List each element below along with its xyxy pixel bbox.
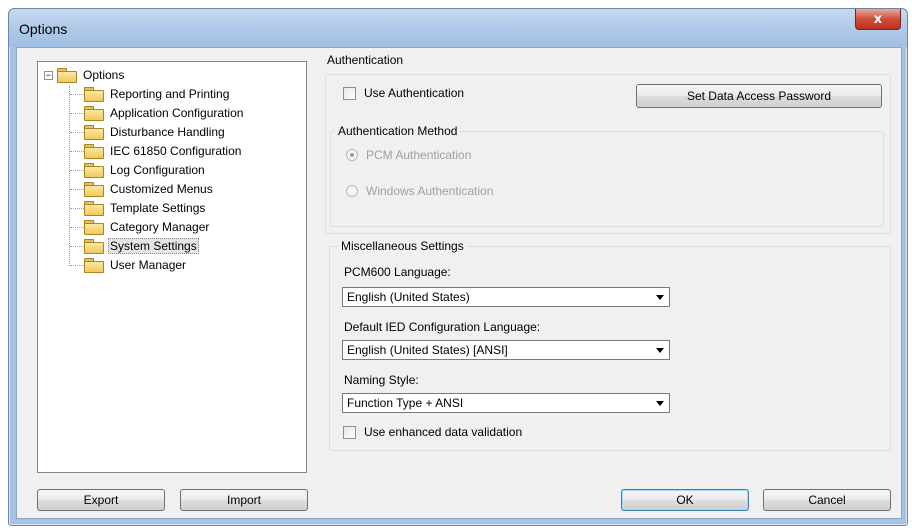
- folder-icon: [57, 68, 77, 83]
- authentication-group: Authentication Use Authentication Set Da…: [324, 53, 891, 234]
- window-title: Options: [19, 21, 68, 37]
- chevron-down-icon: [656, 295, 664, 300]
- tree-item-user-manager[interactable]: User Manager: [84, 256, 188, 274]
- folder-icon: [84, 239, 104, 254]
- folder-icon: [84, 87, 104, 102]
- folder-icon: [84, 220, 104, 235]
- ied-configuration-language-dropdown[interactable]: English (United States) [ANSI]: [342, 340, 670, 360]
- windows-authentication-radio[interactable]: Windows Authentication: [346, 184, 493, 198]
- naming-style-dropdown[interactable]: Function Type + ANSI: [342, 393, 670, 413]
- folder-icon: [84, 106, 104, 121]
- tree-item-iec-61850-configuration[interactable]: IEC 61850 Configuration: [84, 142, 243, 160]
- tree-connector: [70, 151, 84, 152]
- tree-item-application-configuration[interactable]: Application Configuration: [84, 104, 245, 122]
- tree-item-label: Disturbance Handling: [110, 125, 225, 139]
- tree-item-label: Application Configuration: [110, 106, 244, 120]
- dialog-client-area: − Options Reporting and Printing Applica…: [16, 47, 902, 519]
- ok-button[interactable]: OK: [621, 489, 749, 511]
- miscellaneous-settings-group: Miscellaneous Settings PCM600 Language: …: [329, 239, 891, 451]
- set-data-access-password-button[interactable]: Set Data Access Password: [636, 84, 882, 108]
- checkbox-box[interactable]: [343, 425, 356, 439]
- use-authentication-checkbox[interactable]: Use Authentication: [343, 86, 464, 100]
- tree-item-label: Template Settings: [110, 201, 206, 215]
- radio-button[interactable]: [346, 149, 358, 161]
- authentication-group-title: Authentication: [324, 53, 407, 67]
- tree-item-log-configuration[interactable]: Log Configuration: [84, 161, 207, 179]
- folder-icon: [84, 125, 104, 140]
- enhanced-data-validation-label: Use enhanced data validation: [364, 425, 523, 439]
- naming-style-label: Naming Style:: [344, 373, 419, 387]
- tree-connector: [70, 189, 84, 190]
- tree-item-label: Category Manager: [110, 220, 210, 234]
- folder-icon: [84, 201, 104, 216]
- tree-connector: [70, 265, 84, 266]
- cancel-button[interactable]: Cancel: [763, 489, 891, 511]
- miscellaneous-settings-title: Miscellaneous Settings: [338, 239, 467, 253]
- folder-icon: [84, 144, 104, 159]
- collapse-icon[interactable]: −: [44, 70, 53, 80]
- tree-item-template-settings[interactable]: Template Settings: [84, 199, 207, 217]
- tree-item-disturbance-handling[interactable]: Disturbance Handling: [84, 123, 227, 141]
- tree-connector: [70, 113, 84, 114]
- title-bar[interactable]: Options x: [9, 9, 907, 47]
- tree-item-label: Reporting and Printing: [110, 87, 230, 101]
- ied-configuration-language-value: English (United States) [ANSI]: [347, 343, 508, 357]
- checkbox-box[interactable]: [343, 86, 356, 100]
- tree-item-label: Customized Menus: [110, 182, 213, 196]
- chevron-down-icon: [656, 401, 664, 406]
- tree-root-options[interactable]: − Options: [44, 66, 126, 84]
- pcm600-language-value: English (United States): [347, 290, 470, 304]
- tree-item-system-settings[interactable]: System Settings: [84, 237, 199, 255]
- tree-connector: [70, 208, 84, 209]
- ied-configuration-language-label: Default IED Configuration Language:: [344, 320, 541, 334]
- authentication-method-group: Authentication Method PCM Authentication…: [330, 124, 884, 227]
- windows-authentication-label: Windows Authentication: [366, 184, 494, 198]
- tree-item-label: IEC 61850 Configuration: [110, 144, 242, 158]
- folder-icon: [84, 182, 104, 197]
- tree-item-reporting-and-printing[interactable]: Reporting and Printing: [84, 85, 231, 103]
- radio-button[interactable]: [346, 185, 358, 197]
- export-button[interactable]: Export: [37, 489, 165, 511]
- pcm600-language-label: PCM600 Language:: [344, 265, 451, 279]
- authentication-method-title: Authentication Method: [335, 124, 461, 138]
- tree-connector: [70, 227, 84, 228]
- tree-connector: [70, 94, 84, 95]
- pcm600-language-dropdown[interactable]: English (United States): [342, 287, 670, 307]
- pcm-authentication-radio[interactable]: PCM Authentication: [346, 148, 471, 162]
- close-button[interactable]: x: [855, 9, 901, 30]
- enhanced-data-validation-checkbox[interactable]: Use enhanced data validation: [343, 425, 522, 439]
- chevron-down-icon: [656, 348, 664, 353]
- options-tree[interactable]: − Options Reporting and Printing Applica…: [37, 61, 307, 473]
- tree-item-label: User Manager: [110, 258, 187, 272]
- use-authentication-label: Use Authentication: [364, 86, 465, 100]
- tree-connector: [70, 170, 84, 171]
- folder-icon: [84, 258, 104, 273]
- tree-item-customized-menus[interactable]: Customized Menus: [84, 180, 215, 198]
- naming-style-value: Function Type + ANSI: [347, 396, 464, 410]
- tree-item-category-manager[interactable]: Category Manager: [84, 218, 211, 236]
- folder-icon: [84, 163, 104, 178]
- options-dialog: Options x − Options Reporting and Printi…: [8, 8, 908, 526]
- tree-item-label: Log Configuration: [110, 163, 205, 177]
- pcm-authentication-label: PCM Authentication: [366, 148, 472, 162]
- tree-connector: [70, 132, 84, 133]
- import-button[interactable]: Import: [180, 489, 308, 511]
- tree-root-label: Options: [83, 68, 125, 82]
- close-icon: x: [873, 11, 883, 27]
- tree-connector: [70, 246, 84, 247]
- tree-item-label: System Settings: [108, 238, 199, 254]
